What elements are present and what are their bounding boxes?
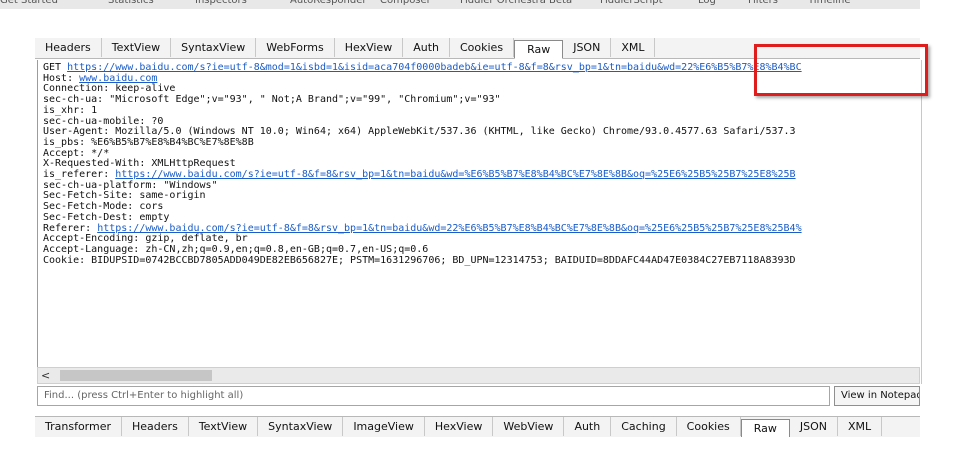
raw-line-text: User-Agent: Mozilla/5.0 (Windows NT 10.0… [43,126,796,138]
raw-line-text: Connection: keep-alive [43,83,176,95]
raw-line: Accept-Language: zh-CN,zh;q=0.9,en;q=0.8… [43,244,428,255]
raw-line-text: Cookie: BIDUPSID=0742BCCBD7805ADD049DE82… [43,254,796,266]
raw-line: GET https://www.baidu.com/s?ie=utf-8&mod… [43,62,802,73]
raw-request-pane[interactable]: GET https://www.baidu.com/s?ie=utf-8&mod… [37,60,922,384]
request-tab-auth[interactable]: Auth [403,38,450,57]
request-tab-webforms[interactable]: WebForms [256,38,335,57]
response-tab-json[interactable]: JSON [790,417,839,436]
raw-line: Sec-Fetch-Mode: cors [43,201,163,212]
raw-line: Referer: https://www.baidu.com/s?ie=utf-… [43,223,802,234]
response-tab-headers[interactable]: Headers [122,417,189,436]
response-tab-xml[interactable]: XML [838,417,883,436]
scroll-left-icon[interactable]: < [41,368,50,383]
response-tab-textview[interactable]: TextView [189,417,259,436]
request-tab-xml[interactable]: XML [611,38,656,57]
raw-line-text: Accept: */* [43,147,110,159]
raw-line: User-Agent: Mozilla/5.0 (Windows NT 10.0… [43,126,796,137]
raw-line: is_pbs: %E6%B5%B7%E8%B4%BC%E7%8E%8B [43,137,254,148]
raw-line-text: sec-ch-ua: "Microsoft Edge";v="93", " No… [43,94,501,106]
raw-line: X-Requested-With: XMLHttpRequest [43,158,236,169]
request-tab-headers[interactable]: Headers [35,38,102,57]
raw-line-text: sec-ch-ua-mobile: ?0 [43,115,164,127]
response-tab-raw[interactable]: Raw [740,419,790,438]
request-tab-json[interactable]: JSON [563,38,612,57]
top-tab-inspectors[interactable]: Inspectors [195,0,247,6]
response-tab-webview[interactable]: WebView [493,417,565,436]
raw-line: Host: www.baidu.com [43,73,157,84]
raw-line-link[interactable]: https://www.baidu.com/s?ie=utf-8&f=8&rsv… [115,169,795,180]
response-tab-hexview[interactable]: HexView [425,417,494,436]
bottom-blank [0,437,958,460]
top-tab-fiddler-orchestra-beta[interactable]: Fiddler Orchestra Beta [460,0,572,6]
raw-line-text: is_referer: [43,169,116,181]
request-tab-syntaxview[interactable]: SyntaxView [171,38,257,57]
top-tab-filters[interactable]: Filters [748,0,778,6]
response-tab-transformer[interactable]: Transformer [35,417,123,436]
top-tab-statistics[interactable]: Statistics [108,0,154,6]
request-tab-raw[interactable]: Raw [514,40,564,59]
request-tab-hexview[interactable]: HexView [335,38,404,57]
raw-line: sec-ch-ua-mobile: ?0 [43,116,163,127]
find-input[interactable]: Find... (press Ctrl+Enter to highlight a… [37,386,830,406]
raw-line-text: Sec-Fetch-Mode: cors [43,201,164,213]
response-tab-caching[interactable]: Caching [611,417,677,436]
raw-line-link[interactable]: www.baidu.com [79,73,157,84]
raw-line-text: is_pbs: %E6%B5%B7%E8%B4%BC%E7%8E%8B [43,136,254,148]
raw-line: is_referer: https://www.baidu.com/s?ie=u… [43,169,796,180]
raw-line: Accept-Encoding: gzip, deflate, br [43,233,248,244]
response-tab-syntaxview[interactable]: SyntaxView [258,417,344,436]
raw-line: is_xhr: 1 [43,105,97,116]
scroll-thumb[interactable] [60,370,212,381]
raw-line-text: X-Requested-With: XMLHttpRequest [43,158,236,170]
raw-line-text: is_xhr: 1 [43,104,98,116]
raw-line-link[interactable]: https://www.baidu.com/s?ie=utf-8&mod=1&i… [67,62,802,73]
request-tab-textview[interactable]: TextView [102,38,172,57]
request-tab-cookies[interactable]: Cookies [450,38,515,57]
top-tab-fiddlerscript[interactable]: FiddlerScript [600,0,663,6]
highlight-annotation-box [754,44,928,96]
find-bar: Find... (press Ctrl+Enter to highlight a… [37,386,920,407]
raw-line-text: GET [43,62,68,73]
top-tab-composer[interactable]: Composer [380,0,431,6]
raw-line-text: Sec-Fetch-Site: same-origin [43,190,206,202]
raw-line: Accept: */* [43,148,109,159]
raw-line-text: sec-ch-ua-platform: "Windows" [43,179,218,191]
response-tab-cookies[interactable]: Cookies [677,417,741,436]
raw-line: sec-ch-ua-platform: "Windows" [43,180,218,191]
raw-line-link[interactable]: https://www.baidu.com/s?ie=utf-8&f=8&rsv… [97,223,801,234]
raw-line: Sec-Fetch-Dest: empty [43,212,169,223]
response-tab-imageview[interactable]: ImageView [343,417,425,436]
raw-line-text: Accept-Language: zh-CN,zh;q=0.9,en;q=0.8… [43,243,429,255]
raw-line-text: Sec-Fetch-Dest: empty [43,211,170,223]
top-tab-autoresponder[interactable]: AutoResponder [290,0,367,6]
raw-line-text: Host: [43,72,80,84]
raw-line: Connection: keep-alive [43,83,176,95]
view-in-notepad-button[interactable]: View in Notepad [834,386,920,406]
raw-line-text: Referer: [43,222,98,234]
top-tab-timeline[interactable]: Timeline [808,0,851,6]
raw-line: Cookie: BIDUPSID=0742BCCBD7805ADD049DE82… [43,255,796,266]
response-tab-auth[interactable]: Auth [564,417,612,436]
horizontal-scrollbar[interactable]: < [37,367,920,384]
top-tab-log[interactable]: Log [698,0,716,6]
raw-line-text: Accept-Encoding: gzip, deflate, br [43,233,248,245]
raw-line: sec-ch-ua: "Microsoft Edge";v="93", " No… [43,94,501,105]
response-inspector-tabs: Transformer Headers TextView SyntaxView Imag… [35,416,920,438]
top-tab-get-started[interactable]: Get Started [0,0,58,6]
top-tool-tabs: Get Started Statistics Inspectors AutoRespo… [0,0,920,9]
raw-line: Sec-Fetch-Site: same-origin [43,190,206,202]
